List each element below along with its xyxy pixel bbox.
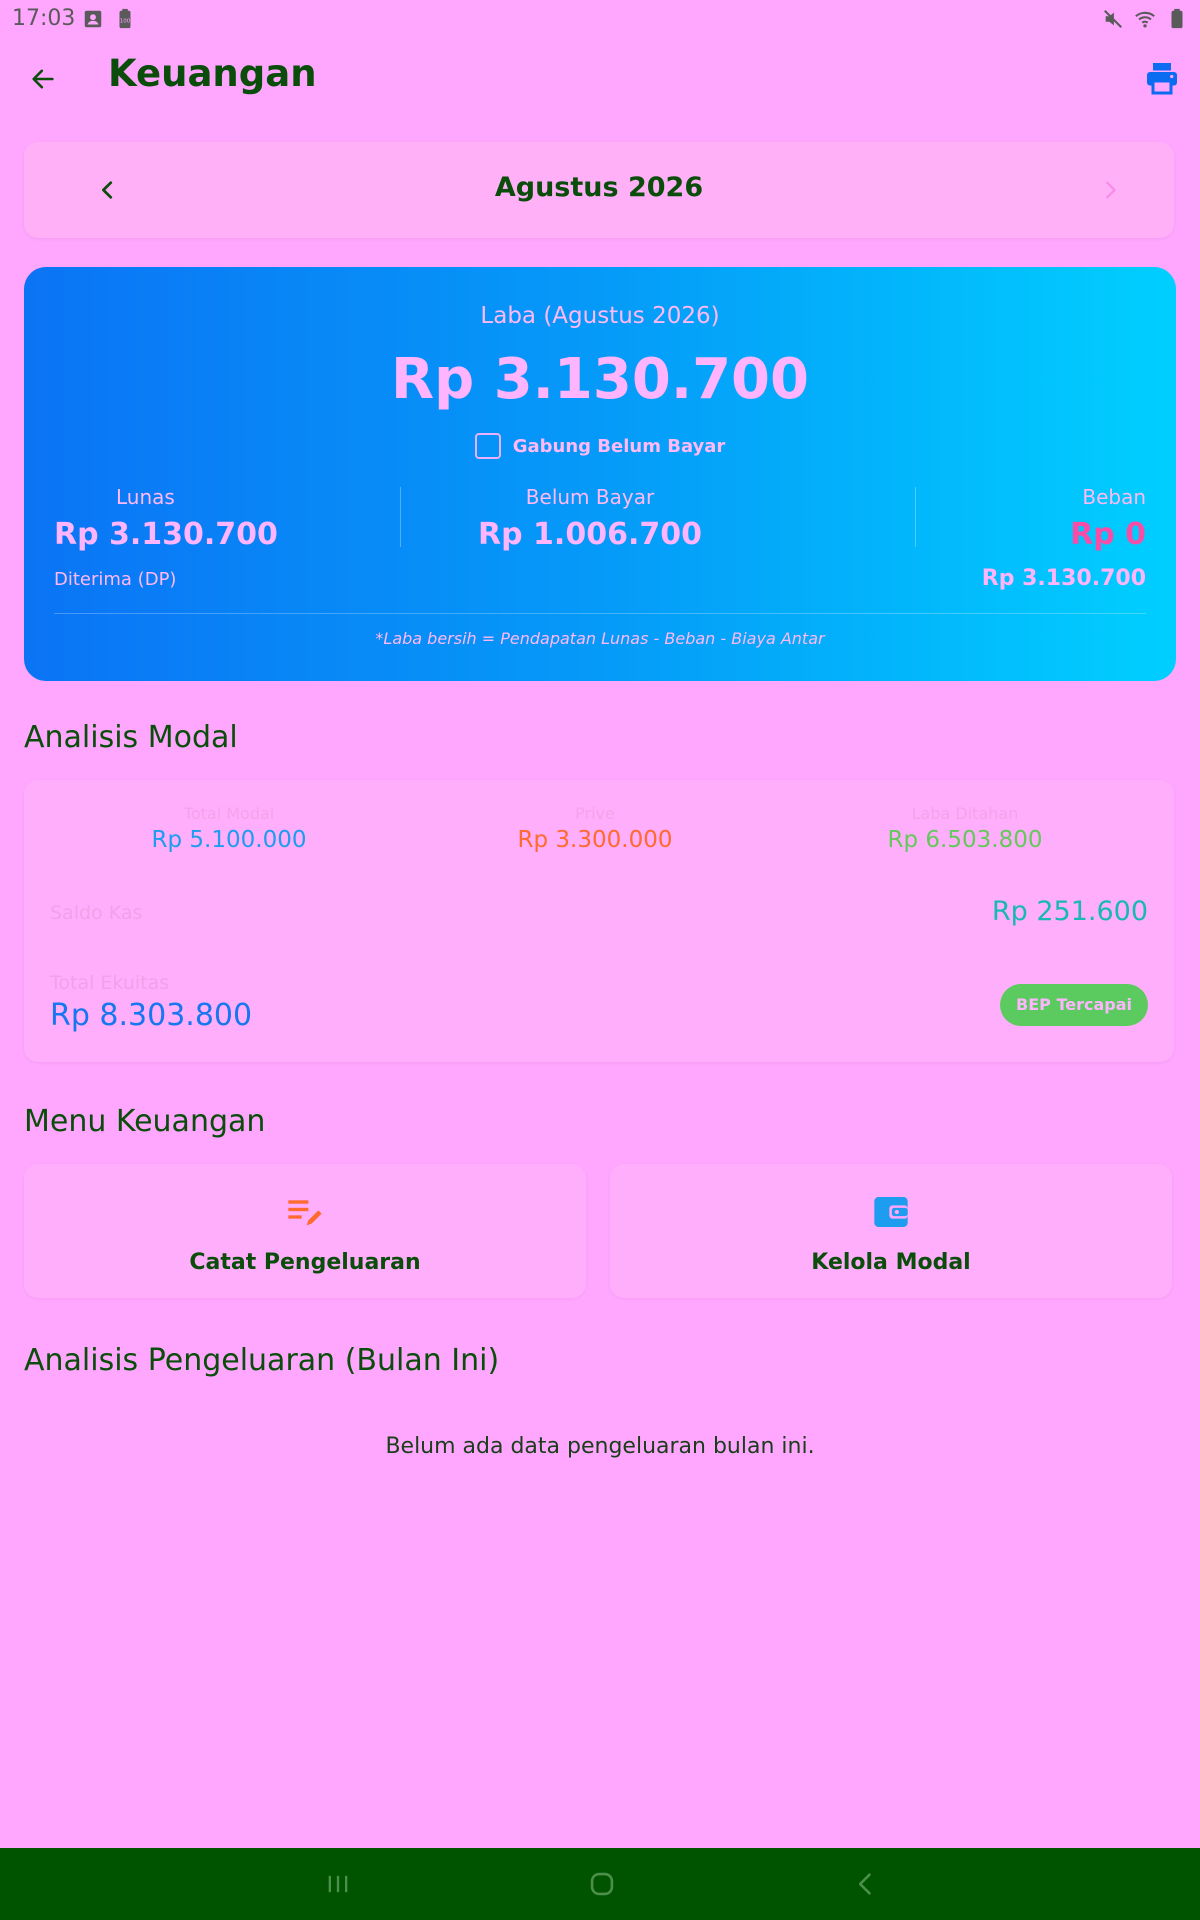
expense-analysis-heading: Analisis Pengeluaran (Bulan Ini)	[24, 1343, 500, 1378]
status-bar: 17:03 100	[0, 0, 1200, 38]
battery-full-icon: 100	[119, 8, 131, 29]
page-title: Keuangan	[108, 52, 317, 95]
paid-summary: Lunas Rp 3.130.700	[54, 485, 278, 552]
chevron-left-icon	[858, 1873, 871, 1895]
total-equity-label: Total Ekuitas	[50, 972, 170, 994]
svg-text:100: 100	[120, 19, 131, 25]
profit-summary-card: Laba (Agustus 2026) Rp 3.130.700 Gabung …	[24, 267, 1176, 681]
empty-state-text: Belum ada data pengeluaran bulan ini.	[385, 1434, 815, 1459]
merge-unpaid-checkbox[interactable]	[474, 433, 501, 459]
total-capital-stat: Total Modal Rp 5.100.000	[79, 804, 379, 853]
status-time: 17:03	[12, 6, 76, 31]
unpaid-label: Belum Bayar	[525, 485, 655, 509]
wifi-icon	[1135, 11, 1155, 28]
system-back-button[interactable]	[846, 1864, 886, 1904]
expense-label: Beban	[1082, 485, 1146, 509]
total-capital-value: Rp 5.100.000	[151, 827, 307, 853]
retained-earnings-label: Laba Ditahan	[911, 804, 1019, 823]
profit-value: Rp 3.130.700	[390, 347, 809, 412]
cash-balance-value: Rp 251.600	[991, 896, 1148, 927]
manage-capital-button[interactable]: Kelola Modal	[610, 1164, 1172, 1298]
next-month-button[interactable]	[1090, 170, 1130, 210]
chevron-right-icon	[1106, 181, 1116, 199]
mute-icon	[1104, 10, 1122, 28]
notification-user-icon	[84, 10, 102, 28]
recent-apps-button[interactable]	[318, 1864, 358, 1904]
home-icon	[590, 1872, 614, 1896]
system-navigation-bar	[0, 1848, 1200, 1920]
divider	[54, 613, 1146, 614]
capital-analysis-card: Total Modal Rp 5.100.000 Prive Rp 3.300.…	[24, 780, 1174, 1062]
profit-formula-note: *Laba bersih = Pendapatan Lunas - Beban …	[375, 629, 825, 648]
record-expense-button[interactable]: Catat Pengeluaran	[24, 1164, 586, 1298]
record-expense-label: Catat Pengeluaran	[189, 1250, 421, 1275]
battery-icon	[1171, 8, 1183, 29]
expense-summary: Beban Rp 0	[1070, 485, 1146, 552]
month-selector: Agustus 2026	[24, 142, 1174, 238]
back-button[interactable]	[22, 58, 64, 100]
wallet-icon	[874, 1197, 908, 1227]
paid-value: Rp 3.130.700	[54, 517, 278, 552]
finance-screen: 17:03 100 Keuangan Agustus 2026 Laba (Ag…	[0, 0, 1200, 1920]
unpaid-summary: Belum Bayar Rp 1.006.700	[350, 485, 830, 552]
total-equity-value: Rp 8.303.800	[50, 998, 253, 1033]
capital-analysis-heading: Analisis Modal	[24, 720, 238, 755]
month-label: Agustus 2026	[494, 172, 704, 203]
down-payment-value: Rp 3.130.700	[981, 566, 1146, 591]
prive-value: Rp 3.300.000	[517, 827, 673, 853]
status-badge: BEP Tercapai	[1000, 984, 1148, 1026]
app-bar: Keuangan	[0, 38, 1200, 118]
total-capital-label: Total Modal	[183, 804, 275, 823]
expense-value: Rp 0	[1070, 517, 1146, 552]
merge-unpaid-toggle: Gabung Belum Bayar	[24, 433, 1176, 459]
down-payment-label: Diterima (DP)	[54, 569, 177, 590]
edit-note-icon	[288, 1200, 322, 1226]
retained-earnings-value: Rp 6.503.800	[887, 827, 1043, 853]
print-button[interactable]	[1144, 60, 1184, 100]
prive-stat: Prive Rp 3.300.000	[445, 804, 745, 853]
paid-label: Lunas	[116, 485, 175, 509]
cash-balance-label: Saldo Kas	[50, 902, 143, 924]
printer-icon	[1147, 63, 1177, 95]
manage-capital-label: Kelola Modal	[811, 1250, 971, 1275]
unpaid-value: Rp 1.006.700	[478, 517, 702, 552]
retained-earnings-stat: Laba Ditahan Rp 6.503.800	[815, 804, 1115, 853]
home-button[interactable]	[582, 1864, 622, 1904]
prive-label: Prive	[575, 804, 615, 823]
divider	[915, 487, 916, 547]
profit-title: Laba (Agustus 2026)	[480, 303, 720, 329]
recent-apps-icon	[328, 1875, 348, 1893]
finance-menu-heading: Menu Keuangan	[24, 1104, 266, 1139]
arrow-left-icon	[32, 69, 54, 89]
merge-unpaid-label[interactable]: Gabung Belum Bayar	[513, 436, 726, 457]
